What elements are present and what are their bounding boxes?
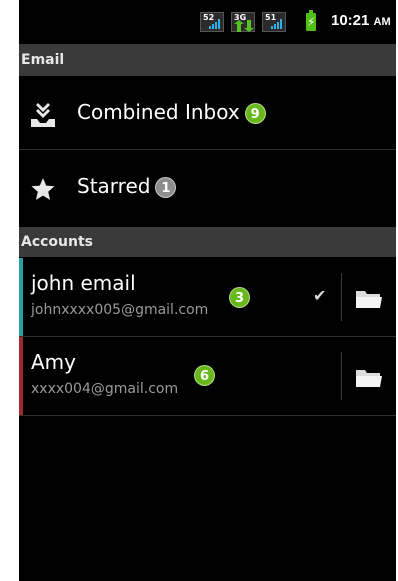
unread-count-badge: 9 (244, 103, 266, 124)
inbox-download-icon (31, 103, 55, 127)
mailbox-combined-inbox[interactable]: Combined Inbox 9 (19, 77, 396, 150)
mailbox-label: Combined Inbox 9 (77, 100, 266, 124)
star-icon (31, 178, 55, 200)
mailbox-starred[interactable]: Starred 1 (19, 150, 396, 224)
account-john[interactable]: john email johnxxxx005@gmail.com 3 ✔ (19, 258, 396, 337)
folder-icon[interactable] (354, 367, 384, 389)
unread-count-badge: 6 (194, 365, 215, 386)
account-name: john email (31, 271, 136, 295)
signal-icon-2: 51 (262, 12, 286, 32)
unread-count-badge: 1 (155, 177, 177, 198)
section-header-email: Email (19, 44, 396, 76)
signal-icon: 52 (200, 12, 224, 32)
account-amy[interactable]: Amy xxxx004@gmail.com 6 (19, 337, 396, 416)
checkmark-icon: ✔ (313, 286, 327, 305)
account-email: johnxxxx005@gmail.com (31, 302, 209, 318)
mailbox-label: Starred 1 (77, 174, 177, 198)
status-bar: 52 3G 51 ⚡ 10:21 AM (19, 0, 396, 38)
data-3g-icon: 3G (231, 12, 255, 32)
account-color-stripe (19, 337, 23, 415)
account-color-stripe (19, 258, 23, 336)
divider (341, 352, 342, 400)
email-app-screen: 52 3G 51 ⚡ 10:21 AM Email Combined Inbox… (19, 0, 396, 581)
account-name: Amy (31, 350, 76, 374)
folder-icon[interactable] (354, 288, 384, 310)
divider (341, 273, 342, 321)
account-email: xxxx004@gmail.com (31, 381, 179, 397)
unread-count-badge: 3 (229, 287, 250, 308)
section-header-accounts: Accounts (19, 227, 396, 257)
clock: 10:21 AM (331, 12, 391, 29)
battery-charging-icon: ⚡ (306, 10, 316, 31)
